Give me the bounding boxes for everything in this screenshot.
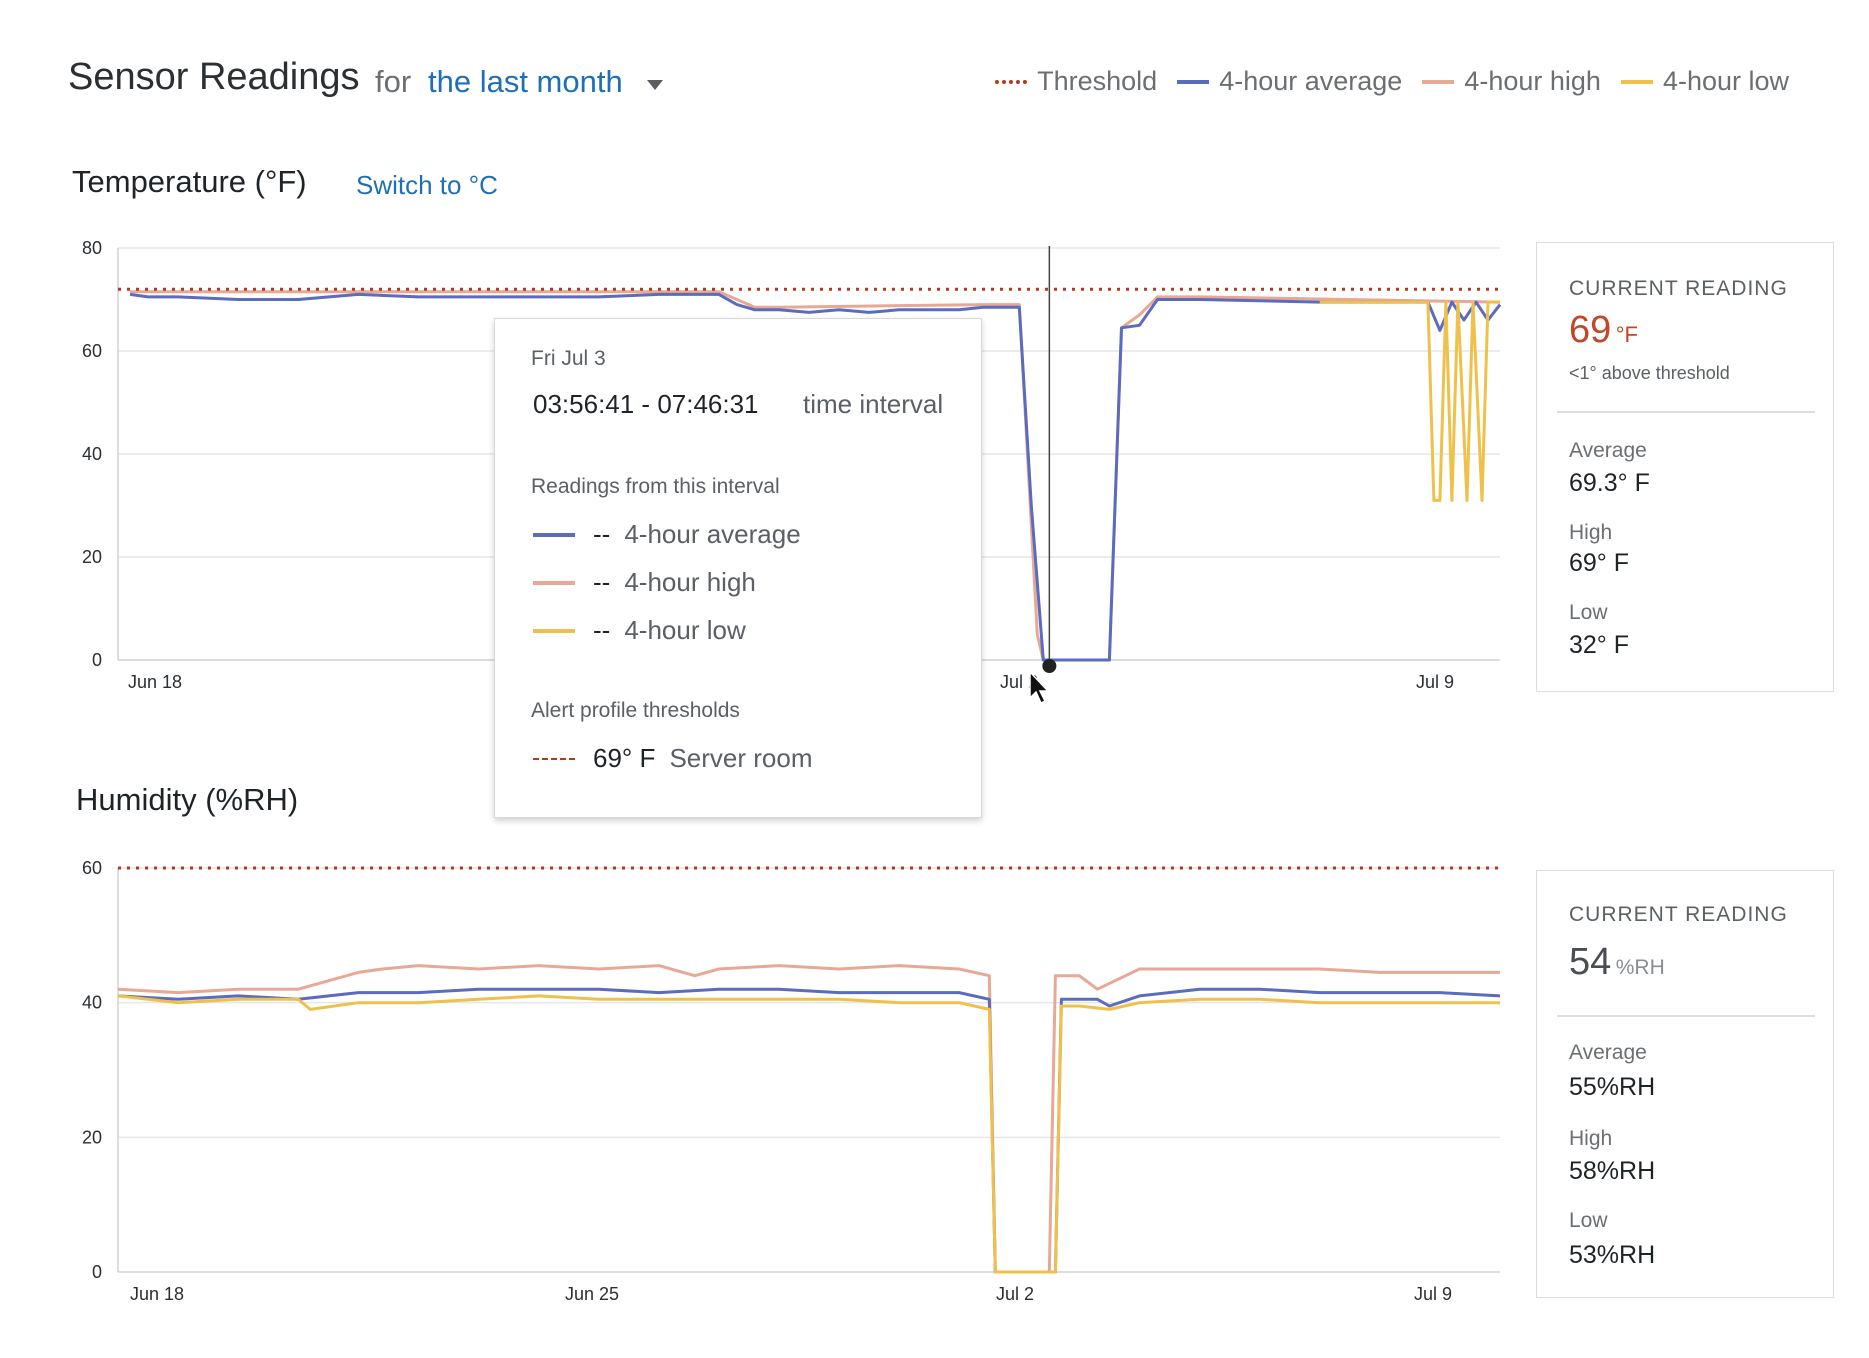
y-tick-label: 40 <box>82 993 102 1013</box>
x-tick-label: Jul 2 <box>996 1284 1034 1304</box>
y-tick-label: 0 <box>92 650 102 670</box>
tooltip-time-range: 03:56:41 - 07:46:31 <box>533 389 759 419</box>
current-reading-value: 54 %RH <box>1569 941 1665 983</box>
average-label: Average <box>1569 439 1647 462</box>
series-line-2 <box>1319 300 1500 502</box>
low-value: 32° F <box>1569 631 1630 659</box>
current-reading-caption: CURRENT READING <box>1569 277 1788 300</box>
y-tick-label: 60 <box>82 858 102 878</box>
low-label: Low <box>1569 1209 1608 1232</box>
humidity-reading-panel: CURRENT READING 54 %RH Average 55%RH Hig… <box>1536 870 1834 1298</box>
current-reading-value: 69 °F <box>1569 309 1638 351</box>
y-tick-label: 20 <box>82 1127 102 1147</box>
average-swatch-icon <box>533 532 575 537</box>
threshold-note: <1° above threshold <box>1569 363 1730 383</box>
chart-tooltip: Fri Jul 3 03:56:41 - 07:46:31 time inter… <box>494 318 982 818</box>
tooltip-row-average: -- 4-hour average <box>533 519 801 550</box>
x-tick-label: Jun 25 <box>565 1284 619 1304</box>
tooltip-row-high: -- 4-hour high <box>533 567 756 598</box>
x-tick-label: Jul 9 <box>1416 672 1454 692</box>
high-value: 58%RH <box>1569 1157 1656 1185</box>
tooltip-readings-heading: Readings from this interval <box>531 475 780 498</box>
divider <box>1557 1015 1815 1017</box>
high-label: High <box>1569 521 1613 544</box>
average-value: 69.3° F <box>1569 469 1650 497</box>
tooltip-time-label: time interval <box>803 389 944 419</box>
x-tick-label: Jul 9 <box>1414 1284 1452 1304</box>
low-label: Low <box>1569 601 1608 624</box>
series-line-0 <box>117 964 1500 1274</box>
series-line-1 <box>117 987 1501 1274</box>
y-tick-label: 20 <box>82 547 102 567</box>
low-swatch-icon <box>533 628 575 633</box>
x-tick-label: Jun 18 <box>128 672 182 692</box>
y-tick-label: 40 <box>82 444 102 464</box>
divider <box>1557 411 1815 413</box>
series-line-2 <box>117 994 1500 1274</box>
threshold-swatch-icon <box>533 757 575 760</box>
y-tick-label: 60 <box>82 341 102 361</box>
low-value: 53%RH <box>1569 1241 1656 1269</box>
humidity-chart[interactable]: 0 20 40 60 Jun 18 Jun 25 Jul 2 Jul 9 <box>82 858 1501 1304</box>
high-swatch-icon <box>533 580 575 585</box>
y-tick-label: 0 <box>92 1262 102 1282</box>
high-value: 69° F <box>1569 549 1630 577</box>
tooltip-row-low: -- 4-hour low <box>533 615 746 646</box>
x-tick-label: Jun 18 <box>130 1284 184 1304</box>
high-label: High <box>1569 1127 1613 1150</box>
tooltip-thresholds-heading: Alert profile thresholds <box>531 699 740 722</box>
temperature-reading-panel: CURRENT READING 69 °F <1° above threshol… <box>1536 242 1834 692</box>
cursor-arrow-icon <box>1029 670 1050 705</box>
average-label: Average <box>1569 1041 1647 1064</box>
tooltip-threshold-row: 69° F Server room <box>533 743 812 774</box>
y-tick-label: 80 <box>82 238 102 258</box>
tooltip-date: Fri Jul 3 <box>531 347 606 370</box>
current-reading-caption: CURRENT READING <box>1569 903 1788 926</box>
average-value: 55%RH <box>1569 1073 1656 1101</box>
